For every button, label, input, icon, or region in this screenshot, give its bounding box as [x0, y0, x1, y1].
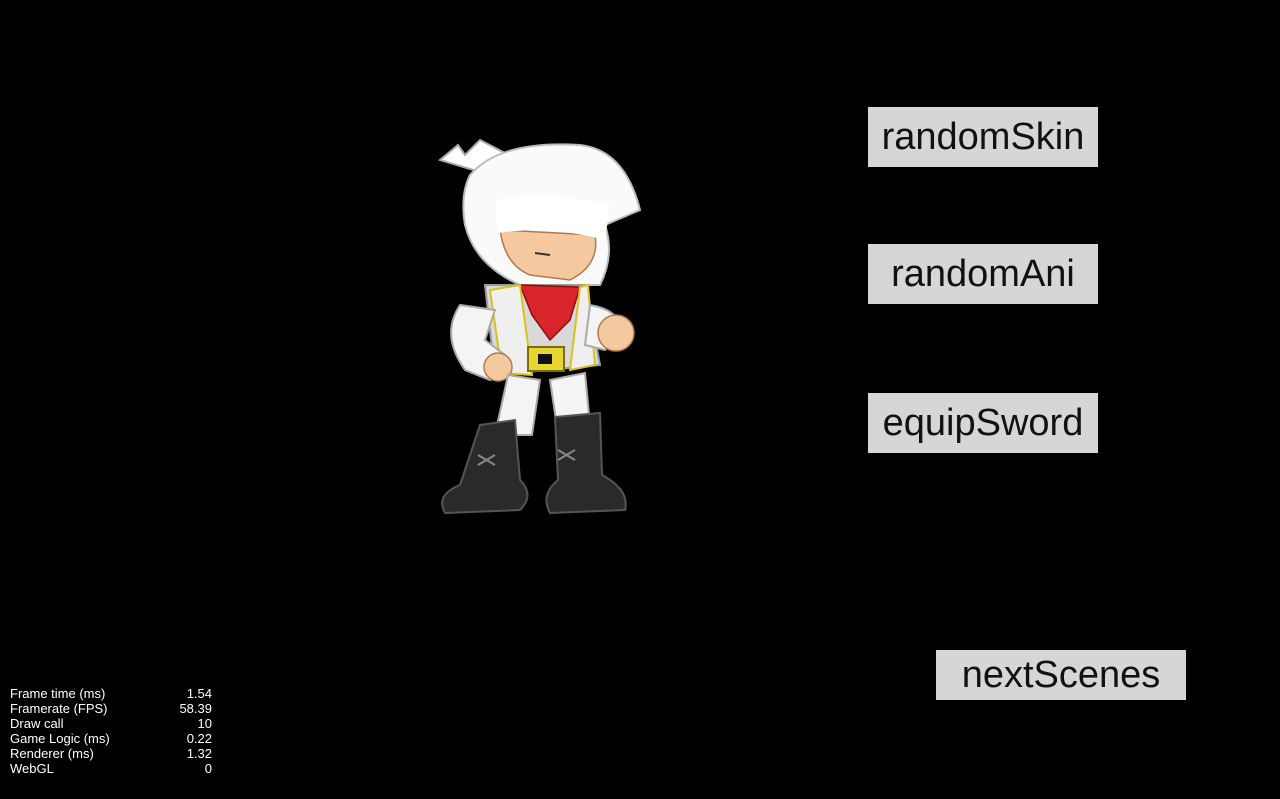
random-skin-button[interactable]: randomSkin — [868, 107, 1098, 167]
stat-label: Framerate (FPS) — [10, 701, 108, 716]
stat-row-renderer: Renderer (ms) 1.32 — [10, 746, 212, 761]
stat-label: Draw call — [10, 716, 64, 731]
stat-label: Game Logic (ms) — [10, 731, 110, 746]
stat-label: Renderer (ms) — [10, 746, 94, 761]
ninja-character-sprite — [437, 138, 642, 515]
stat-row-draw-call: Draw call 10 — [10, 716, 212, 731]
stat-row-framerate: Framerate (FPS) 58.39 — [10, 701, 212, 716]
equip-sword-button[interactable]: equipSword — [868, 393, 1098, 453]
debug-stats-panel: Frame time (ms) 1.54 Framerate (FPS) 58.… — [10, 686, 212, 776]
stat-value: 10 — [197, 716, 212, 731]
game-canvas[interactable]: randomSkin randomAni equipSword nextScen… — [0, 0, 1280, 799]
stat-label: WebGL — [10, 761, 54, 776]
stat-value: 1.54 — [186, 686, 212, 701]
next-scenes-button[interactable]: nextScenes — [936, 650, 1186, 700]
stat-row-game-logic: Game Logic (ms) 0.22 — [10, 731, 212, 746]
random-ani-button[interactable]: randomAni — [868, 244, 1098, 304]
stat-value: 0.22 — [186, 731, 212, 746]
stat-label: Frame time (ms) — [10, 686, 106, 701]
stat-value: 0 — [204, 761, 212, 776]
stat-row-webgl: WebGL 0 — [10, 761, 212, 776]
stat-value: 58.39 — [179, 701, 212, 716]
stat-value: 1.32 — [186, 746, 212, 761]
stat-row-frame-time: Frame time (ms) 1.54 — [10, 686, 212, 701]
